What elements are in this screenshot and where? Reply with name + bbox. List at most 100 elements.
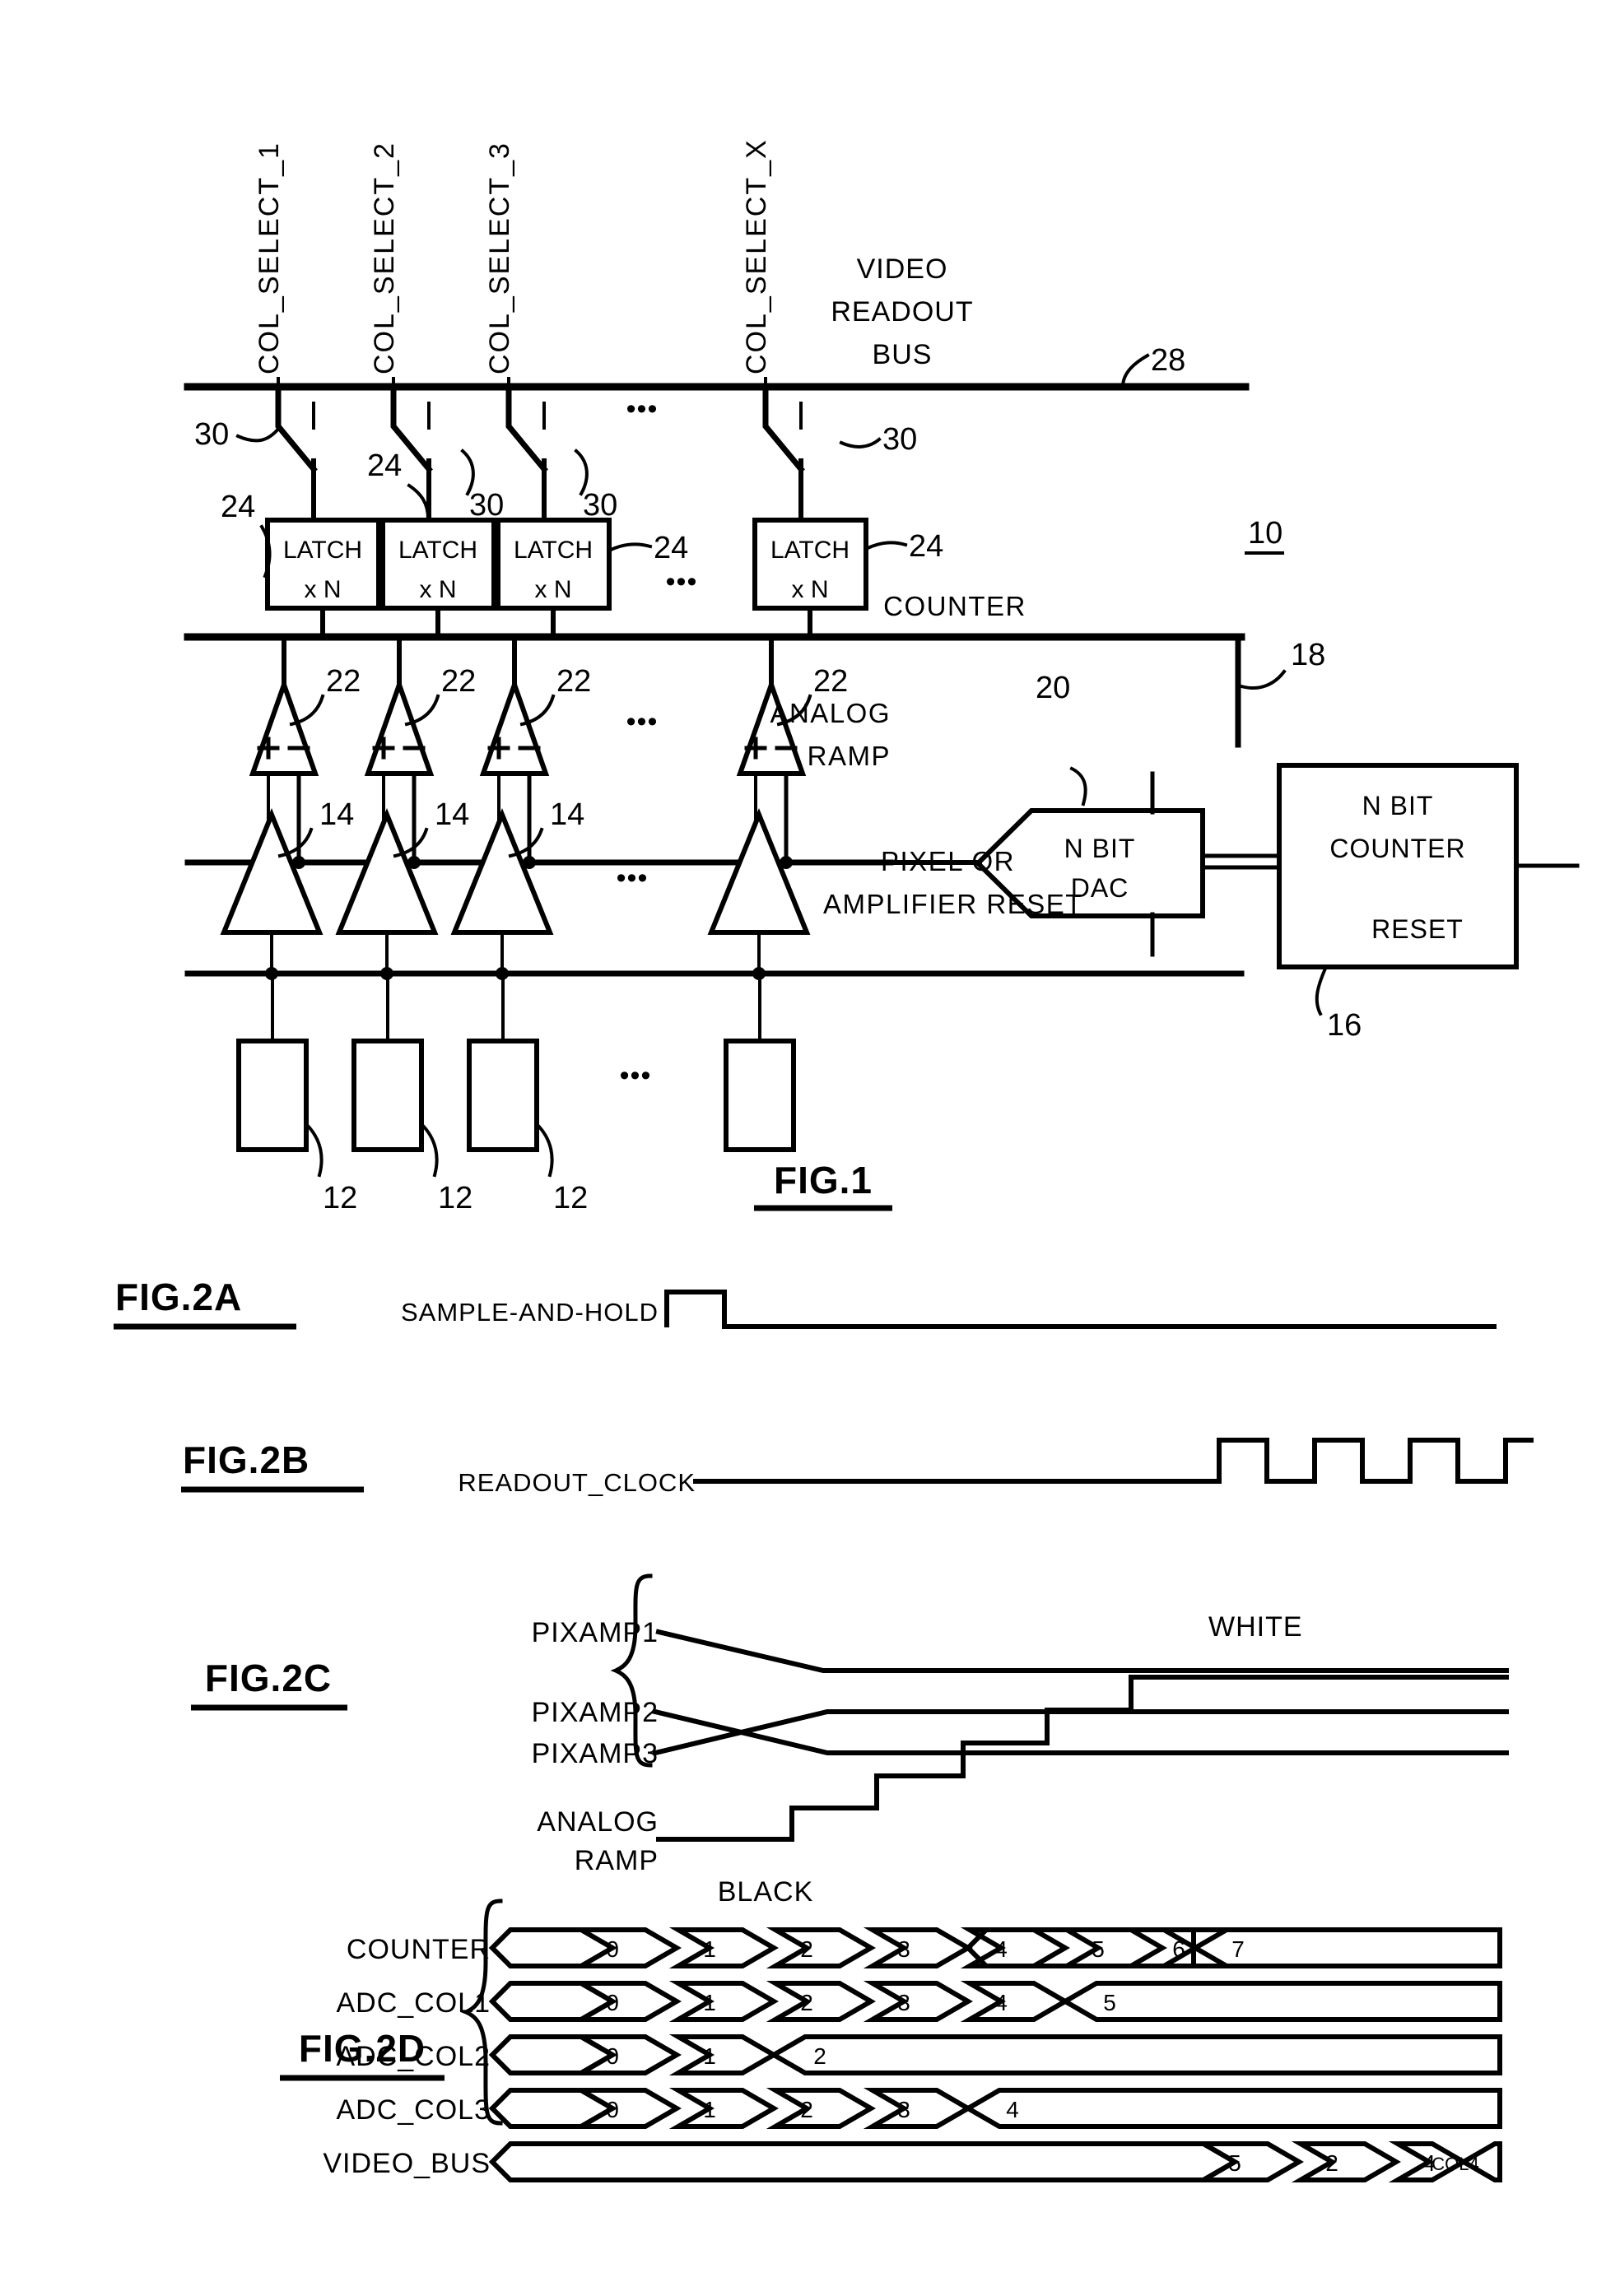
analog-ramp-label-line2: RAMP bbox=[808, 741, 891, 771]
sample-and-hold-waveform bbox=[664, 1290, 1497, 1329]
video-bus-value-3: COL4 bbox=[1431, 2154, 1478, 2174]
readout-clock-label: READOUT_CLOCK bbox=[458, 1468, 696, 1497]
fig2d-row-label-counter: COUNTER bbox=[347, 1934, 491, 1965]
ref-22-c: 22 bbox=[556, 664, 591, 699]
latch-label-x-bottom: x N bbox=[792, 576, 829, 603]
fig2d-row-adc3 bbox=[488, 2088, 1502, 2129]
black-annotation: BLACK bbox=[718, 1876, 814, 1908]
col-select-label-x: COL_SELECT_X bbox=[741, 138, 772, 374]
ref-22-b: 22 bbox=[441, 664, 476, 699]
ref-18: 18 bbox=[1291, 638, 1325, 672]
adc-col3-value-0: 0 bbox=[606, 2097, 619, 2122]
analog-ramp-staircase bbox=[656, 1675, 1509, 1842]
fig2d-row-label-adc-col2: ADC_COL2 bbox=[336, 2041, 491, 2072]
switch-group bbox=[275, 387, 805, 473]
ref-30-b: 30 bbox=[469, 488, 504, 523]
fig2c-title: FIG.2C bbox=[205, 1657, 332, 1699]
ellipsis-amplifier-row: ••• bbox=[617, 862, 649, 894]
leader-18 bbox=[1239, 669, 1287, 690]
fig2d-row-adc2 bbox=[488, 2034, 1502, 2075]
ref-12-a: 12 bbox=[323, 1181, 357, 1215]
adc-col1-value-3: 3 bbox=[897, 1990, 910, 2015]
adc-col1-value-4: 4 bbox=[994, 1990, 1008, 2015]
counter-block-label-line1: N BIT bbox=[1362, 791, 1434, 820]
ref-30-d: 30 bbox=[882, 422, 917, 457]
adc-col2-value-1: 1 bbox=[703, 2043, 716, 2069]
ref-24-d: 24 bbox=[909, 529, 943, 564]
latch-label-1-top: LATCH bbox=[283, 537, 362, 564]
white-annotation: WHITE bbox=[1208, 1611, 1303, 1643]
ref-30-c: 30 bbox=[583, 488, 617, 523]
fig2d-row-label-adc-col1: ADC_COL1 bbox=[336, 1987, 491, 2019]
fig1-title: FIG.1 bbox=[774, 1159, 873, 1201]
adc-col2-value-0: 0 bbox=[606, 2043, 619, 2069]
ellipsis-pixel-row: ••• bbox=[620, 1060, 652, 1091]
counter-reset-label: RESET bbox=[1371, 914, 1464, 944]
adc-col3-value-2: 2 bbox=[800, 2097, 813, 2122]
counter-value-3: 3 bbox=[897, 1936, 910, 1962]
analog-ramp-label-2c-line2: RAMP bbox=[575, 1845, 659, 1876]
ref-24-b: 24 bbox=[367, 449, 402, 483]
leader-28 bbox=[1120, 353, 1150, 389]
adc-col3-value-4: 4 bbox=[1006, 2097, 1019, 2122]
pixamp2-trace bbox=[652, 1709, 1509, 1756]
counter-value-4: 4 bbox=[994, 1936, 1008, 1962]
latch-label-2-bottom: x N bbox=[420, 576, 457, 603]
latch-label-x-top: LATCH bbox=[770, 537, 850, 564]
leader-24-c bbox=[608, 542, 653, 552]
pixamp3-trace bbox=[652, 1708, 1509, 1755]
pixamp2-label: PIXAMP2 bbox=[532, 1697, 659, 1728]
fig2d-row-label-adc-col3: ADC_COL3 bbox=[336, 2094, 491, 2126]
col-select-label-1: COL_SELECT_1 bbox=[254, 142, 285, 374]
ref-22-a: 22 bbox=[326, 664, 361, 699]
latch-label-3-bottom: x N bbox=[535, 576, 572, 603]
video-bus-label-line3: BUS bbox=[873, 339, 933, 370]
video-bus-label-line2: READOUT bbox=[831, 296, 973, 328]
ref-12-b: 12 bbox=[438, 1181, 472, 1215]
analog-ramp-label-2c-line1: ANALOG bbox=[537, 1806, 659, 1838]
leader-30-a bbox=[235, 425, 282, 443]
adc-col3-value-1: 1 bbox=[703, 2097, 716, 2122]
ref-14-a: 14 bbox=[319, 797, 354, 832]
ellipsis-comparator-row: ••• bbox=[626, 706, 659, 737]
sample-and-hold-label: SAMPLE-AND-HOLD bbox=[401, 1298, 659, 1327]
counter-value-0: 0 bbox=[606, 1936, 619, 1962]
ref-12-c: 12 bbox=[553, 1181, 588, 1215]
adc-col1-value-5: 5 bbox=[1103, 1990, 1116, 2015]
analog-ramp-label-line1: ANALOG bbox=[770, 698, 891, 728]
figure-canvas: COL_SELECT_1 COL_SELECT_2 COL_SELECT_3 C… bbox=[114, 138, 1580, 2182]
pixel-boxes bbox=[236, 1039, 796, 1152]
leader-20 bbox=[1069, 766, 1087, 806]
fig2a-title: FIG.2A bbox=[115, 1276, 242, 1318]
ref-16: 16 bbox=[1327, 1008, 1362, 1043]
dac-label-line1: N BIT bbox=[1064, 834, 1136, 863]
video-bus-value-0: 5 bbox=[1228, 2150, 1241, 2176]
video-bus-value-1: 2 bbox=[1325, 2150, 1338, 2176]
readout-clock-waveform bbox=[693, 1438, 1534, 1484]
ref-24-c: 24 bbox=[654, 531, 688, 565]
fig2b-title: FIG.2B bbox=[183, 1438, 310, 1481]
fig2c-brace bbox=[610, 1573, 653, 1768]
ref-28: 28 bbox=[1151, 343, 1185, 378]
pixamp3-label: PIXAMP3 bbox=[532, 1738, 659, 1769]
ref-24-a: 24 bbox=[221, 490, 255, 524]
latch-label-1-bottom: x N bbox=[305, 576, 342, 603]
pixamp1-trace bbox=[655, 1629, 1509, 1673]
ref-20: 20 bbox=[1036, 671, 1070, 705]
counter-value-1: 1 bbox=[703, 1936, 716, 1962]
leader-30-d bbox=[839, 437, 882, 449]
ellipsis-switch-row: ••• bbox=[626, 393, 659, 425]
ref-14-b: 14 bbox=[435, 797, 469, 832]
ref-22-d: 22 bbox=[813, 664, 848, 699]
adc-col1-value-2: 2 bbox=[800, 1990, 813, 2015]
counter-value-2: 2 bbox=[800, 1936, 813, 1962]
counter-value-5: 5 bbox=[1092, 1936, 1105, 1962]
adc-col1-value-0: 0 bbox=[606, 1990, 619, 2015]
ellipsis-latch-row: ••• bbox=[666, 566, 698, 597]
fig2d-row-videobus bbox=[488, 2141, 1502, 2182]
video-bus-label-line1: VIDEO bbox=[857, 253, 948, 285]
latch-label-3-top: LATCH bbox=[514, 537, 593, 564]
ref-14-c: 14 bbox=[550, 797, 584, 832]
col-select-label-3: COL_SELECT_3 bbox=[484, 142, 515, 374]
counter-value-7: 7 bbox=[1231, 1936, 1245, 1962]
